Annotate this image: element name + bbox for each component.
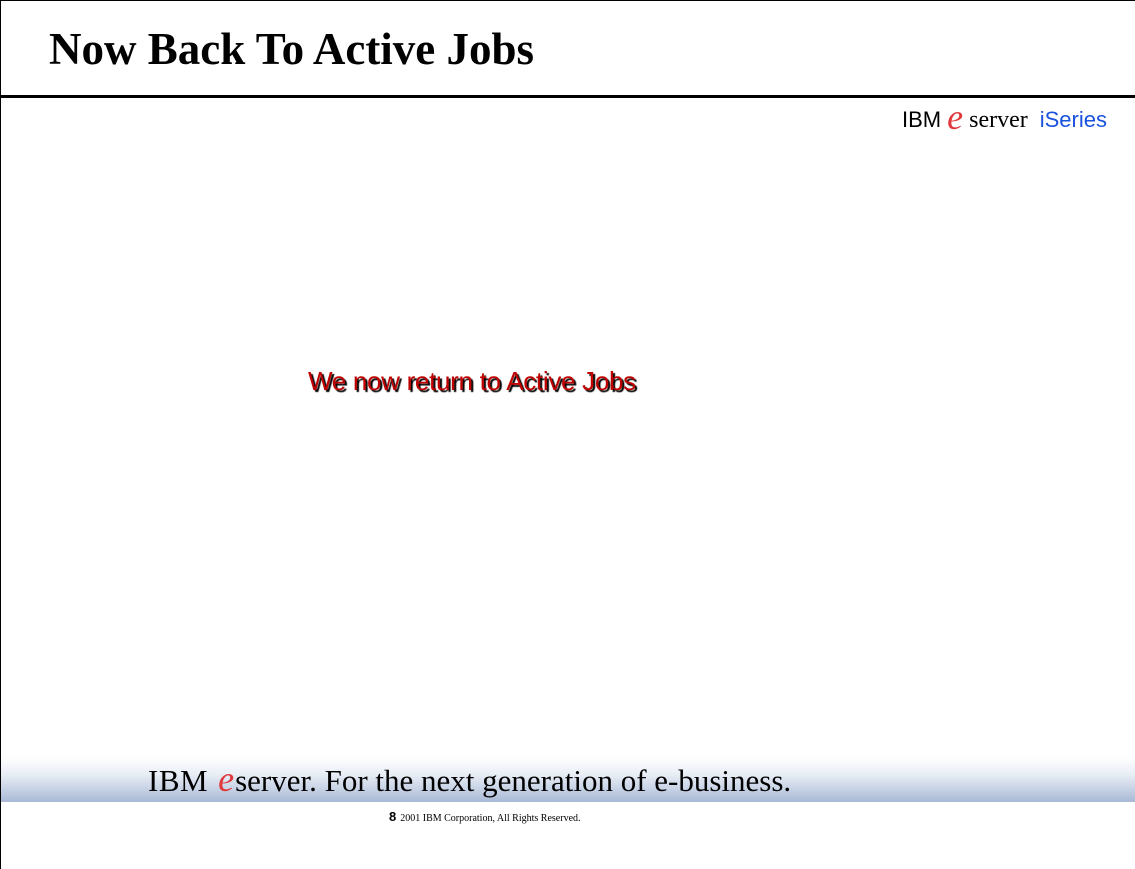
eserver-e-logo-icon: e: [947, 97, 964, 137]
copyright-notice: 8 2001 IBM Corporation, All Rights Reserv…: [389, 809, 581, 824]
brand-series-text: iSeries: [1039, 107, 1107, 132]
brand-header: IBM e server iSeries: [902, 99, 1107, 135]
brand-server-text: server: [969, 106, 1028, 133]
title-divider: [1, 95, 1135, 98]
footer-eserver-e-logo-icon: e: [218, 759, 235, 799]
copyright-text: 2001 IBM Corporation, All Rights Reserve…: [400, 813, 581, 824]
footer-tagline-text: server. For the next generation of e-bus…: [235, 763, 792, 798]
footer-ibm-text: IBM: [148, 763, 209, 798]
brand-ibm-text: IBM: [902, 107, 942, 132]
slide-message: We now return to Active Jobs: [308, 366, 636, 396]
slide-title: Now Back To Active Jobs: [49, 24, 535, 74]
copyright-number: 8: [389, 809, 397, 824]
footer-tagline: IBM e server. For the next generation of…: [148, 758, 791, 800]
slide: Now Back To Active Jobs IBM e server iSe…: [0, 0, 1135, 869]
